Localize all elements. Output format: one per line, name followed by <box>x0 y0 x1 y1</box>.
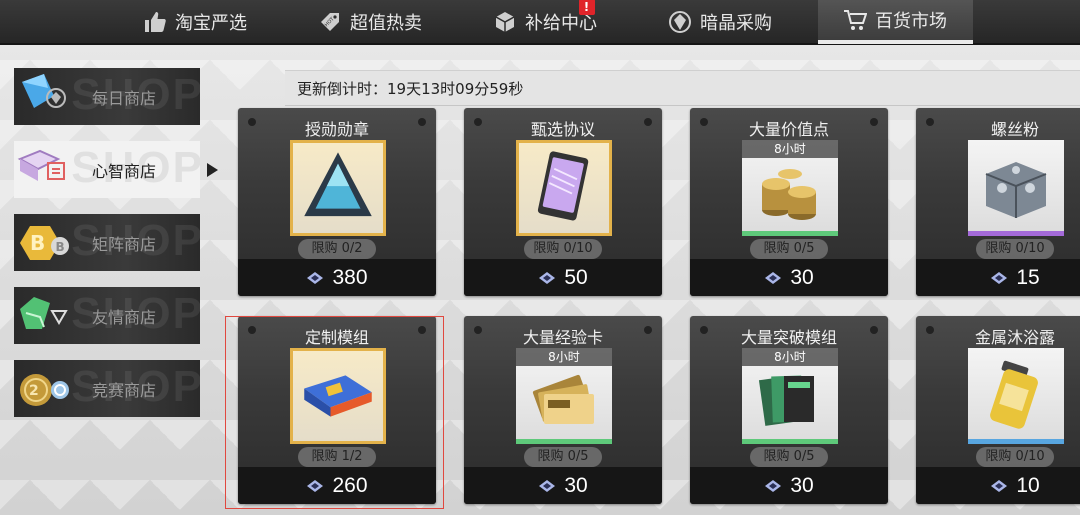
purchase-limit: 限购 0/10 <box>524 239 602 259</box>
hot-tag-icon: HOT <box>321 12 339 31</box>
item-image-frame <box>968 140 1064 236</box>
shop-item-card[interactable]: 大量价值点 8小时 限购 0/5 30 <box>690 108 888 296</box>
chip-currency-icon <box>539 271 556 284</box>
purchase-limit: 限购 0/5 <box>524 447 602 467</box>
thumbs-up-icon <box>145 11 166 32</box>
shop-item-card[interactable]: 大量经验卡 8小时 限购 0/5 30 <box>464 316 662 504</box>
price-bar: 380 <box>238 259 436 296</box>
item-price: 30 <box>790 265 814 289</box>
sidebar-item-label: 竞赛商店 <box>92 380 157 400</box>
sidebar-item-label: 每日商店 <box>92 88 157 108</box>
friendship-gem-icon <box>20 296 68 329</box>
purchase-limit: 限购 0/5 <box>750 239 828 259</box>
tab-taobao-select[interactable]: 淘宝严选 <box>108 0 283 44</box>
item-image-frame: 8小时 <box>516 348 612 444</box>
active-arrow-indicator <box>207 163 218 177</box>
item-name: 授勋勋章 <box>304 120 369 139</box>
blue-crystal-icon <box>22 73 66 108</box>
item-image-frame: 8小时 <box>742 140 838 236</box>
rarity-bar <box>516 439 612 444</box>
mind-chip-icon <box>17 149 65 181</box>
sidebar-item-label: 友情商店 <box>92 307 157 327</box>
triangle-medal-icon <box>304 152 372 217</box>
tab-hot-sale[interactable]: HOT 超值热卖 <box>283 0 458 44</box>
item-price: 380 <box>332 265 368 289</box>
sidebar-item-competition-shop[interactable]: SHOP 2 竞赛商店 <box>14 360 200 417</box>
item-image-frame: 8小时 <box>742 348 838 444</box>
tab-label: 百货市场 <box>875 10 947 32</box>
chip-currency-icon <box>765 479 782 492</box>
time-limit-badge: 8小时 <box>516 348 612 366</box>
rarity-bar <box>968 439 1064 444</box>
item-name: 金属沐浴露 <box>974 328 1055 347</box>
time-limit-badge: 8小时 <box>742 140 838 158</box>
item-image-frame <box>516 140 612 236</box>
item-image-frame <box>290 140 386 236</box>
shop-item-card[interactable]: 甄选协议 限购 0/10 50 <box>464 108 662 296</box>
bitcoin-coin-icon: B B <box>20 225 69 260</box>
item-name: 大量经验卡 <box>522 328 603 347</box>
rarity-bar <box>742 231 838 236</box>
sidebar-item-mind-shop[interactable]: SHOP 心智商店 <box>14 141 200 198</box>
purchase-limit: 限购 0/2 <box>298 239 376 259</box>
item-name: 甄选协议 <box>530 120 595 139</box>
item-price: 30 <box>564 473 588 497</box>
price-bar: 15 <box>916 259 1080 296</box>
selected-item-highlight <box>225 316 444 509</box>
item-price: 10 <box>1016 473 1040 497</box>
tab-label: 超值热卖 <box>350 12 422 34</box>
rarity-bar <box>968 231 1064 236</box>
price-bar: 50 <box>464 259 662 296</box>
item-name: 大量突破模组 <box>740 328 837 347</box>
tab-label: 淘宝严选 <box>175 12 247 34</box>
shop-item-card[interactable]: 螺丝粉 限购 0/10 15 <box>916 108 1080 296</box>
price-bar: 10 <box>916 467 1080 504</box>
item-price: 15 <box>1016 265 1040 289</box>
sidebar-item-daily-shop[interactable]: SHOP 每日商店 <box>14 68 200 125</box>
svg-text:B: B <box>30 231 45 255</box>
chip-currency-icon <box>307 271 324 284</box>
medal-coin-icon: 2 <box>20 373 69 406</box>
price-bar: 30 <box>690 467 888 504</box>
shop-item-card[interactable]: 金属沐浴露 限购 0/10 10 <box>916 316 1080 504</box>
item-image-frame <box>968 348 1064 444</box>
sidebar-item-friendship-shop[interactable]: SHOP 友情商店 <box>14 287 200 344</box>
dark-crystal-icon <box>669 10 691 33</box>
screw-box-icon <box>985 162 1047 218</box>
item-name: 螺丝粉 <box>990 120 1039 139</box>
chip-currency-icon <box>765 271 782 284</box>
rarity-bar <box>742 439 838 444</box>
shopping-cart-icon <box>844 9 867 30</box>
sidebar-item-label: 矩阵商店 <box>92 234 157 254</box>
price-bar: 30 <box>464 467 662 504</box>
shop-sidebar: SHOP 每日商店 SHOP 心智商店 SHOP B B 矩阵商店 SHOP 友… <box>14 68 200 433</box>
supply-box-icon <box>495 11 515 32</box>
purchase-limit: 限购 0/5 <box>750 447 828 467</box>
tab-department-market[interactable]: 百货市场 <box>817 0 973 44</box>
item-name: 大量价值点 <box>748 120 829 139</box>
price-bar: 30 <box>690 259 888 296</box>
refresh-countdown: 更新倒计时：19天13时09分59秒 <box>285 70 1080 106</box>
top-nav: 淘宝严选 HOT 超值热卖 补给中心 ! 暗晶采购 百货市场 <box>0 0 1080 45</box>
item-price: 30 <box>790 473 814 497</box>
svg-text:2: 2 <box>29 383 39 399</box>
time-limit-badge: 8小时 <box>742 348 838 366</box>
tab-supply-center[interactable]: 补给中心 ! <box>458 0 633 44</box>
item-price: 50 <box>564 265 588 289</box>
shop-item-card[interactable]: 大量突破模组 8小时 限购 0/5 30 <box>690 316 888 504</box>
chip-currency-icon <box>539 479 556 492</box>
purchase-limit: 限购 0/10 <box>976 447 1054 467</box>
chip-currency-icon <box>991 479 1008 492</box>
metal-shower-gel-icon <box>990 360 1038 429</box>
tab-label: 暗晶采购 <box>700 12 772 34</box>
tab-dark-crystal[interactable]: 暗晶采购 <box>633 0 808 44</box>
alert-badge: ! <box>578 0 595 15</box>
chip-currency-icon <box>991 271 1008 284</box>
shop-item-card[interactable]: 授勋勋章 限购 0/2 380 <box>238 108 436 296</box>
sidebar-item-matrix-shop[interactable]: SHOP B B 矩阵商店 <box>14 214 200 271</box>
svg-text:B: B <box>56 240 65 254</box>
purchase-limit: 限购 0/10 <box>976 239 1054 259</box>
protocol-card-icon <box>537 151 589 221</box>
sidebar-item-label: 心智商店 <box>92 161 157 181</box>
